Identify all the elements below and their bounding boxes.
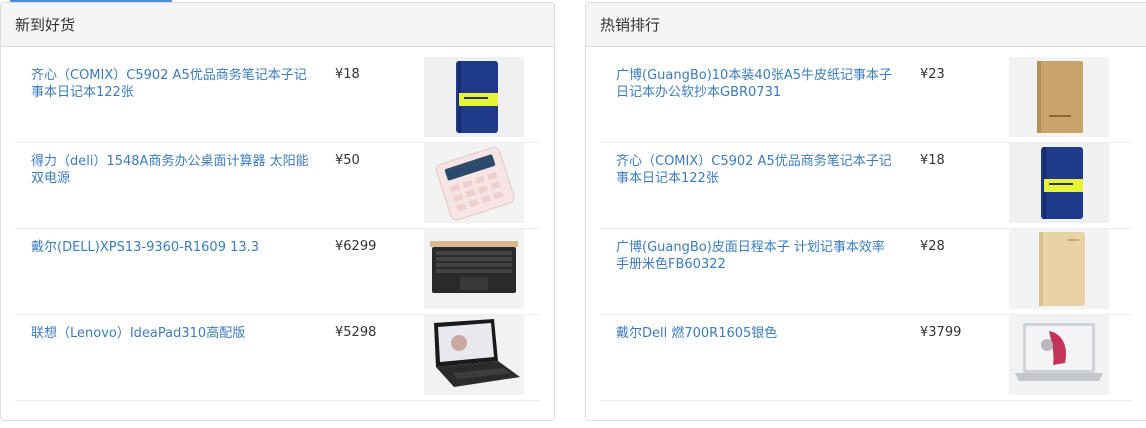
- product-price: ¥18: [920, 153, 945, 168]
- product-name-link[interactable]: 联想（Lenovo）IdeaPad310高配版: [31, 325, 311, 342]
- product-price: ¥3799: [920, 325, 962, 340]
- product-row: 广博(GuangBo)皮面日程本子 计划记事本效率手册米色FB60322 ¥28: [600, 229, 1132, 315]
- new-goods-panel: 新到好货 齐心（COMIX）C5902 A5优品商务笔记本子记事本日记本122张…: [0, 2, 555, 421]
- product-name-link[interactable]: 戴尔(DELL)XPS13-9360-R1609 13.3: [31, 239, 311, 256]
- kraft-notebook-image[interactable]: [1009, 57, 1109, 137]
- blue-notebook-image[interactable]: [424, 57, 524, 137]
- blue-notebook-image[interactable]: [1009, 143, 1109, 223]
- product-price: ¥6299: [335, 239, 377, 254]
- product-price: ¥5298: [335, 325, 377, 340]
- product-name-link[interactable]: 齐心（COMIX）C5902 A5优品商务笔记本子记事本日记本122张: [31, 67, 311, 101]
- dell-silver-laptop-image[interactable]: [1009, 315, 1109, 395]
- product-price: ¥18: [335, 67, 360, 82]
- dell-xps-laptop-image[interactable]: [424, 229, 524, 309]
- product-row: 广博(GuangBo)10本装40张A5牛皮纸记事本子日记本办公软抄本GBR07…: [600, 57, 1132, 143]
- product-row: 戴尔Dell 燃700R1605银色 ¥3799: [600, 315, 1132, 401]
- product-row: 得力（deli）1548A商务办公桌面计算器 太阳能双电源 ¥50: [15, 143, 540, 229]
- product-row: 齐心（COMIX）C5902 A5优品商务笔记本子记事本日记本122张 ¥18: [600, 143, 1132, 229]
- pink-calculator-image[interactable]: [424, 143, 524, 223]
- panel-title: 热销排行: [586, 3, 1146, 47]
- product-name-link[interactable]: 广博(GuangBo)10本装40张A5牛皮纸记事本子日记本办公软抄本GBR07…: [616, 67, 896, 101]
- product-row: 齐心（COMIX）C5902 A5优品商务笔记本子记事本日记本122张 ¥18: [15, 57, 540, 143]
- product-row: 联想（Lenovo）IdeaPad310高配版 ¥5298: [15, 315, 540, 401]
- product-name-link[interactable]: 广博(GuangBo)皮面日程本子 计划记事本效率手册米色FB60322: [616, 239, 896, 273]
- beige-planner-image[interactable]: [1009, 229, 1109, 309]
- product-price: ¥23: [920, 67, 945, 82]
- hot-ranking-panel: 热销排行 广博(GuangBo)10本装40张A5牛皮纸记事本子日记本办公软抄本…: [585, 2, 1146, 421]
- product-name-link[interactable]: 齐心（COMIX）C5902 A5优品商务笔记本子记事本日记本122张: [616, 153, 896, 187]
- product-name-link[interactable]: 戴尔Dell 燃700R1605银色: [616, 325, 896, 342]
- product-row: 戴尔(DELL)XPS13-9360-R1609 13.3 ¥6299: [15, 229, 540, 315]
- panel-title: 新到好货: [1, 3, 554, 47]
- product-price: ¥50: [335, 153, 360, 168]
- product-name-link[interactable]: 得力（deli）1548A商务办公桌面计算器 太阳能双电源: [31, 153, 311, 187]
- product-price: ¥28: [920, 239, 945, 254]
- lenovo-laptop-image[interactable]: [424, 315, 524, 395]
